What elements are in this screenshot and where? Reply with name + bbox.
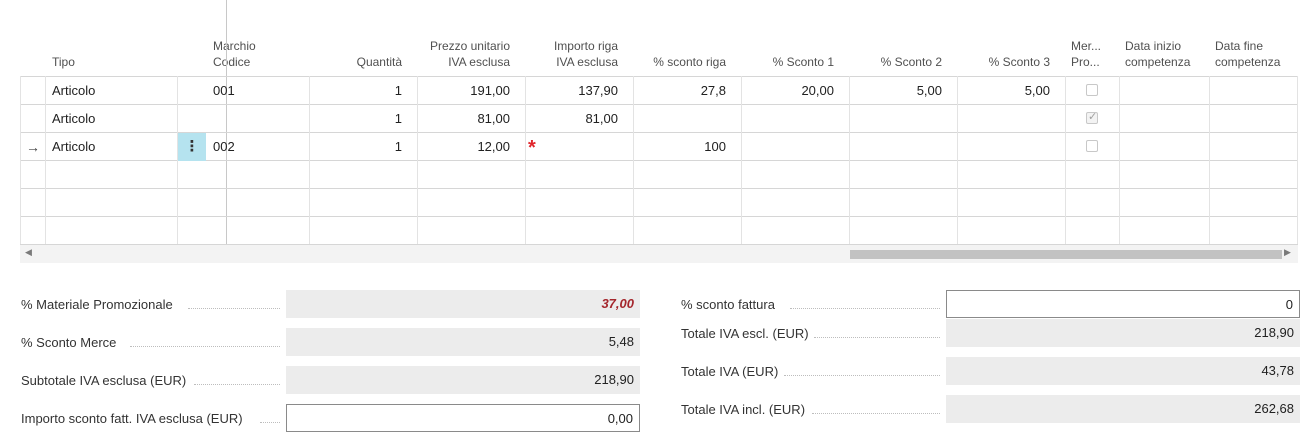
cell-tipo[interactable]: Articolo — [52, 77, 172, 105]
header-data-inizio-l2: competenza — [1125, 55, 1191, 69]
cell-quantita[interactable]: 1 — [310, 133, 402, 161]
cell-tipo[interactable]: Articolo — [52, 105, 172, 133]
table-row[interactable]: Articolo 001 1 191,00 137,90 27,8 20,00 … — [20, 77, 1298, 105]
field-totale-iva: 43,78 — [946, 357, 1300, 385]
leader-dots — [188, 307, 280, 309]
field-subtotale: 218,90 — [286, 366, 640, 394]
horizontal-scrollbar[interactable]: ◀ ▶ — [20, 245, 1298, 263]
header-prezzo-l2: IVA esclusa — [448, 55, 510, 69]
cell-prezzo[interactable]: 12,00 — [418, 133, 510, 161]
header-merce-l2: Pro... — [1071, 55, 1100, 69]
promo-checkbox[interactable] — [1086, 110, 1098, 124]
header-merce-promo[interactable]: Mer... Pro... — [1071, 38, 1101, 70]
promo-checkbox[interactable] — [1086, 84, 1098, 96]
row-divider — [20, 188, 1298, 189]
cell-prezzo[interactable]: 81,00 — [418, 105, 510, 133]
header-quantita[interactable]: Quantità — [310, 54, 402, 70]
header-importo[interactable]: Importo riga IVA esclusa — [526, 38, 618, 70]
label-subtotale: Subtotale IVA esclusa (EUR) — [21, 373, 187, 388]
scrollbar-thumb[interactable] — [850, 250, 1282, 259]
leader-dots — [812, 412, 940, 414]
cell-sconto-riga[interactable]: 100 — [634, 133, 726, 161]
cell-quantita[interactable]: 1 — [310, 105, 402, 133]
cell-sconto1[interactable]: 20,00 — [742, 77, 834, 105]
cell-codice[interactable]: 002 — [213, 133, 303, 161]
leader-dots — [784, 374, 940, 376]
header-sconto1[interactable]: % Sconto 1 — [742, 54, 834, 70]
header-data-fine-l2: competenza — [1215, 55, 1281, 69]
leader-dots — [814, 336, 940, 338]
cell-codice[interactable] — [213, 105, 303, 133]
header-data-fine[interactable]: Data fine competenza — [1215, 38, 1280, 70]
header-data-fine-l1: Data fine — [1215, 39, 1264, 53]
sconto-fattura-input[interactable]: 0 — [946, 290, 1300, 318]
label-totale-iva-incl: Totale IVA incl. (EUR) — [681, 402, 806, 417]
header-importo-l2: IVA esclusa — [556, 55, 618, 69]
leader-dots — [260, 421, 280, 423]
grid-header: Tipo Marchio Codice Quantità Prezzo unit… — [20, 0, 1298, 76]
header-sconto3[interactable]: % Sconto 3 — [958, 54, 1050, 70]
cell-quantita[interactable]: 1 — [310, 77, 402, 105]
header-data-inizio[interactable]: Data inizio competenza — [1125, 38, 1190, 70]
cell-importo[interactable]: * — [526, 133, 626, 161]
table-row[interactable]: Articolo 1 81,00 81,00 — [20, 105, 1298, 133]
cell-tipo[interactable]: Articolo — [52, 133, 172, 161]
table-row-current[interactable]: → Articolo ⋮ 002 1 12,00 * 100 — [20, 133, 1298, 161]
header-sconto-riga[interactable]: % sconto riga — [634, 54, 726, 70]
row-divider — [20, 216, 1298, 217]
cell-prezzo[interactable]: 191,00 — [418, 77, 510, 105]
cell-sconto3[interactable]: 5,00 — [958, 77, 1050, 105]
cell-sconto-riga[interactable]: 27,8 — [634, 77, 726, 105]
cell-importo[interactable]: 137,90 — [526, 77, 618, 105]
field-totale-iva-incl: 262,68 — [946, 395, 1300, 423]
label-importo-sconto-fatt: Importo sconto fatt. IVA esclusa (EUR) — [21, 411, 243, 426]
field-totale-iva-escl: 218,90 — [946, 319, 1300, 347]
header-prezzo-l1: Prezzo unitario — [429, 39, 510, 53]
cell-sconto-riga[interactable] — [634, 105, 726, 133]
header-merce-l1: Mer... — [1071, 39, 1102, 53]
cell-codice[interactable]: 001 — [213, 77, 303, 105]
field-materiale-promozionale: 37,00 — [286, 290, 640, 318]
scroll-left-icon[interactable]: ◀ — [25, 247, 32, 258]
header-importo-l1: Importo riga — [553, 39, 618, 53]
label-sconto-fattura: % sconto fattura — [681, 297, 775, 312]
current-row-arrow-icon: → — [26, 139, 40, 155]
header-codice: Codice — [213, 55, 251, 69]
field-sconto-merce: 5,48 — [286, 328, 640, 356]
header-prezzo[interactable]: Prezzo unitario IVA esclusa — [418, 38, 510, 70]
cell-sconto2[interactable]: 5,00 — [850, 77, 942, 105]
promo-checkbox[interactable] — [1086, 140, 1098, 152]
header-data-inizio-l1: Data inizio — [1125, 39, 1182, 53]
leader-dots — [130, 345, 280, 347]
required-asterisk-icon: * — [528, 137, 536, 159]
header-marchio: Marchio — [213, 39, 256, 53]
lines-grid: Tipo Marchio Codice Quantità Prezzo unit… — [20, 0, 1298, 264]
leader-dots — [790, 307, 940, 309]
header-marchio-codice[interactable]: Marchio Codice — [213, 38, 256, 70]
importo-sconto-fatt-input[interactable]: 0,00 — [286, 404, 640, 432]
label-totale-iva-escl: Totale IVA escl. (EUR) — [681, 326, 809, 341]
row-menu-button[interactable]: ⋮ — [178, 133, 206, 161]
cell-importo[interactable]: 81,00 — [526, 105, 618, 133]
label-totale-iva: Totale IVA (EUR) — [681, 364, 779, 379]
scroll-right-icon[interactable]: ▶ — [1284, 247, 1291, 258]
leader-dots — [194, 383, 280, 385]
label-materiale-promozionale: % Materiale Promozionale — [21, 297, 173, 312]
label-sconto-merce: % Sconto Merce — [21, 335, 117, 350]
header-tipo[interactable]: Tipo — [52, 54, 75, 70]
header-sconto2[interactable]: % Sconto 2 — [850, 54, 942, 70]
